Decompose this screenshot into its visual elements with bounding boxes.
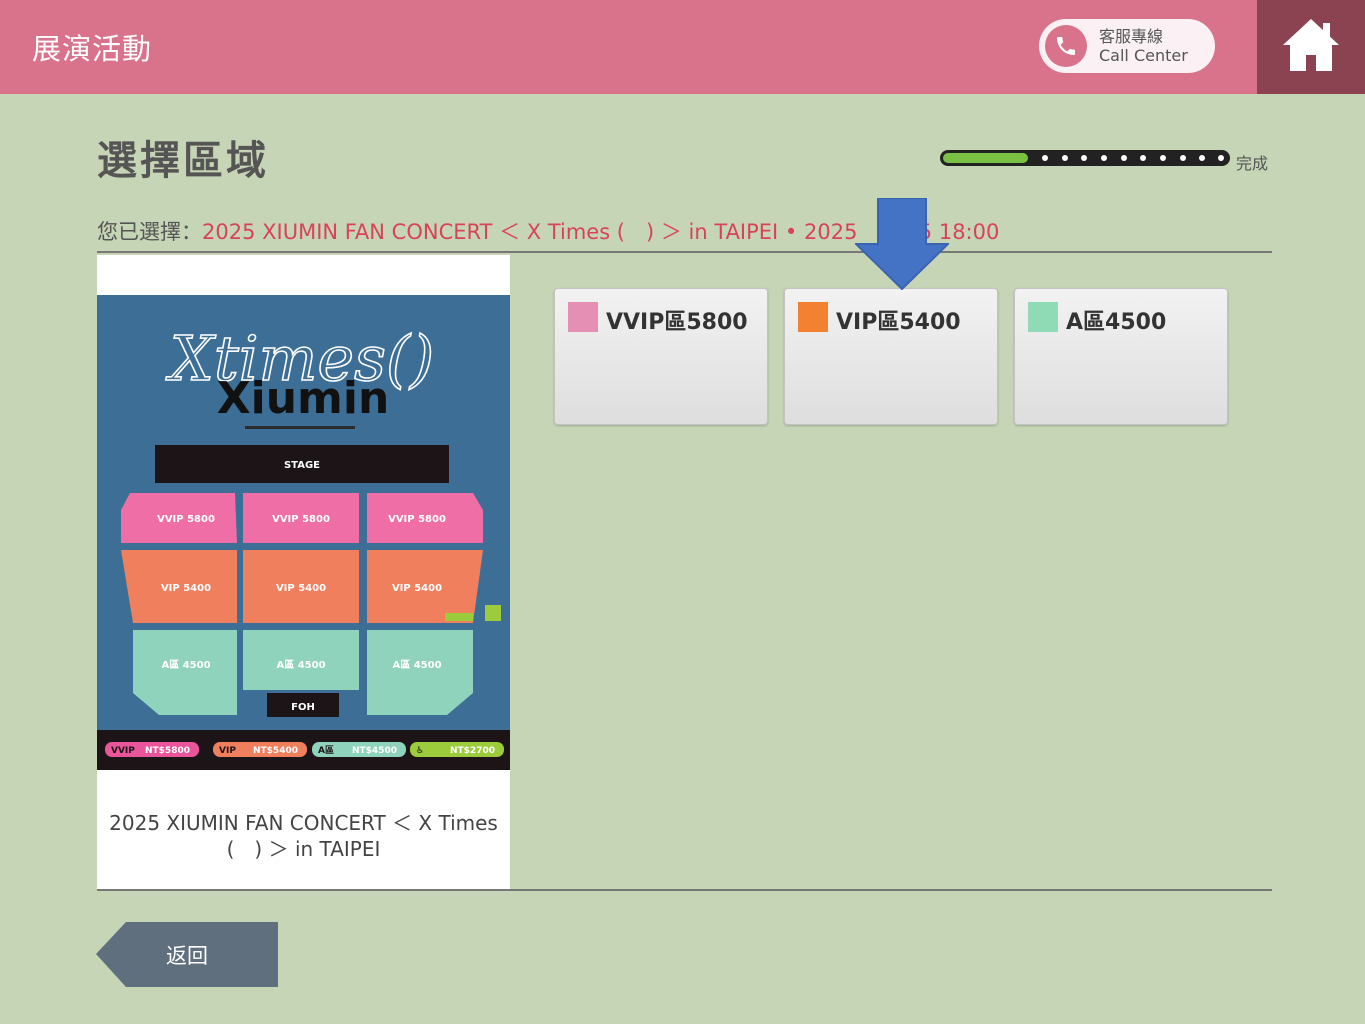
poster-logo-name: Xiumin — [217, 373, 390, 424]
poster-foh-label: FOH — [291, 702, 315, 713]
zone-button-vip[interactable]: VIP區5400 — [784, 288, 998, 425]
progress-dot — [1081, 155, 1087, 161]
zone-swatch-a — [1028, 302, 1058, 332]
progress-dot — [1180, 155, 1186, 161]
poster-vip-label-left: VIP 5400 — [161, 583, 211, 594]
event-caption-line-2: ( ) ＞ in TAIPEI — [226, 837, 381, 861]
selected-prefix: 您已選擇： — [97, 220, 202, 244]
poster-vvip-label-left: VVIP 5800 — [157, 514, 215, 525]
poster-legend-item: VVIP NT$5800 — [105, 742, 199, 757]
event-caption: 2025 XIUMIN FAN CONCERT ＜ X Times ( ) ＞ … — [97, 810, 510, 862]
progress-dot — [1160, 155, 1166, 161]
poster-vip-label-center: VIP 5400 — [276, 583, 326, 594]
progress-dot — [1042, 155, 1048, 161]
poster-a-label-left: A區 4500 — [161, 659, 210, 671]
progress-dot — [1218, 155, 1224, 161]
top-bar: 展演活動 客服專線 Call Center — [0, 0, 1257, 94]
app-title: 展演活動 — [32, 32, 153, 66]
progress-bar — [940, 150, 1230, 166]
progress-dot — [1121, 155, 1127, 161]
poster-a-right — [367, 630, 473, 715]
home-icon — [1283, 19, 1339, 71]
divider-top — [97, 251, 1272, 253]
event-caption-line-1: 2025 XIUMIN FAN CONCERT ＜ X Times — [109, 811, 498, 835]
progress-fill — [943, 153, 1028, 163]
poster-a-label-center: A區 4500 — [276, 659, 325, 671]
event-card: Xtimes() Xiumin STAGE VVIP 5800 VVIP 580… — [97, 255, 510, 890]
seating-map-poster: Xtimes() Xiumin STAGE VVIP 5800 VVIP 580… — [97, 295, 510, 770]
poster-legend-tag: ♿ — [416, 746, 424, 756]
progress-dot — [1199, 155, 1205, 161]
phone-icon — [1045, 25, 1087, 67]
progress-label: 完成 — [1236, 154, 1269, 173]
poster-subtitle-bar — [245, 426, 355, 429]
poster-stage-label: STAGE — [284, 460, 320, 471]
poster-vvip-label-right: VVIP 5800 — [388, 514, 446, 525]
call-center-label-zh: 客服專線 — [1099, 27, 1164, 46]
page-title: 選擇區域 — [97, 138, 269, 184]
zone-button-a[interactable]: A區4500 — [1014, 288, 1228, 425]
divider-bottom — [97, 889, 1272, 891]
call-center-label-en: Call Center — [1099, 46, 1188, 65]
poster-vip-label-right: VIP 5400 — [392, 583, 442, 594]
call-center-button[interactable]: 客服專線 Call Center — [1039, 19, 1215, 73]
poster-vvip-label-center: VVIP 5800 — [272, 514, 330, 525]
zone-button-vvip[interactable]: VVIP區5800 — [554, 288, 768, 425]
back-label: 返回 — [166, 944, 208, 968]
home-button[interactable] — [1257, 0, 1365, 94]
poster-legend: VVIP NT$5800 VIP NT$5400 A區 NT$4500 ♿ NT$2700 — [105, 742, 504, 757]
poster-legend-price: NT$4500 — [352, 746, 397, 756]
poster-legend-tag: A區 — [318, 745, 334, 756]
poster-legend-price: NT$5400 — [253, 746, 298, 756]
zone-swatch-vip — [798, 302, 828, 332]
poster-legend-price: NT$5800 — [145, 746, 190, 756]
call-center-label: 客服專線 Call Center — [1099, 27, 1188, 65]
poster-wheelchair-icon — [485, 605, 501, 621]
down-arrow-indicator — [855, 198, 949, 290]
poster-legend-item: ♿ NT$2700 — [410, 742, 504, 757]
poster-accessible-seats — [445, 613, 473, 621]
poster-legend-tag: VIP — [219, 746, 236, 756]
poster-legend-item: VIP NT$5400 — [213, 742, 307, 757]
poster-a-label-right: A區 4500 — [392, 659, 441, 671]
selected-event: 2025 XIUMIN FAN CONCERT ＜ X Times ( ) ＞ … — [202, 220, 858, 244]
zone-label-vip: VIP區5400 — [836, 310, 961, 335]
progress-dot — [1140, 155, 1146, 161]
poster-legend-tag: VVIP — [111, 746, 135, 756]
zone-swatch-vvip — [568, 302, 598, 332]
progress-dot — [1062, 155, 1068, 161]
poster-a-left — [133, 630, 237, 715]
back-button[interactable]: 返回 — [96, 922, 278, 987]
poster-legend-price: NT$2700 — [450, 746, 495, 756]
zone-label-a: A區4500 — [1066, 310, 1167, 335]
poster-legend-item: A區 NT$4500 — [312, 742, 406, 757]
zone-label-vvip: VVIP區5800 — [606, 310, 748, 335]
progress-dot — [1101, 155, 1107, 161]
